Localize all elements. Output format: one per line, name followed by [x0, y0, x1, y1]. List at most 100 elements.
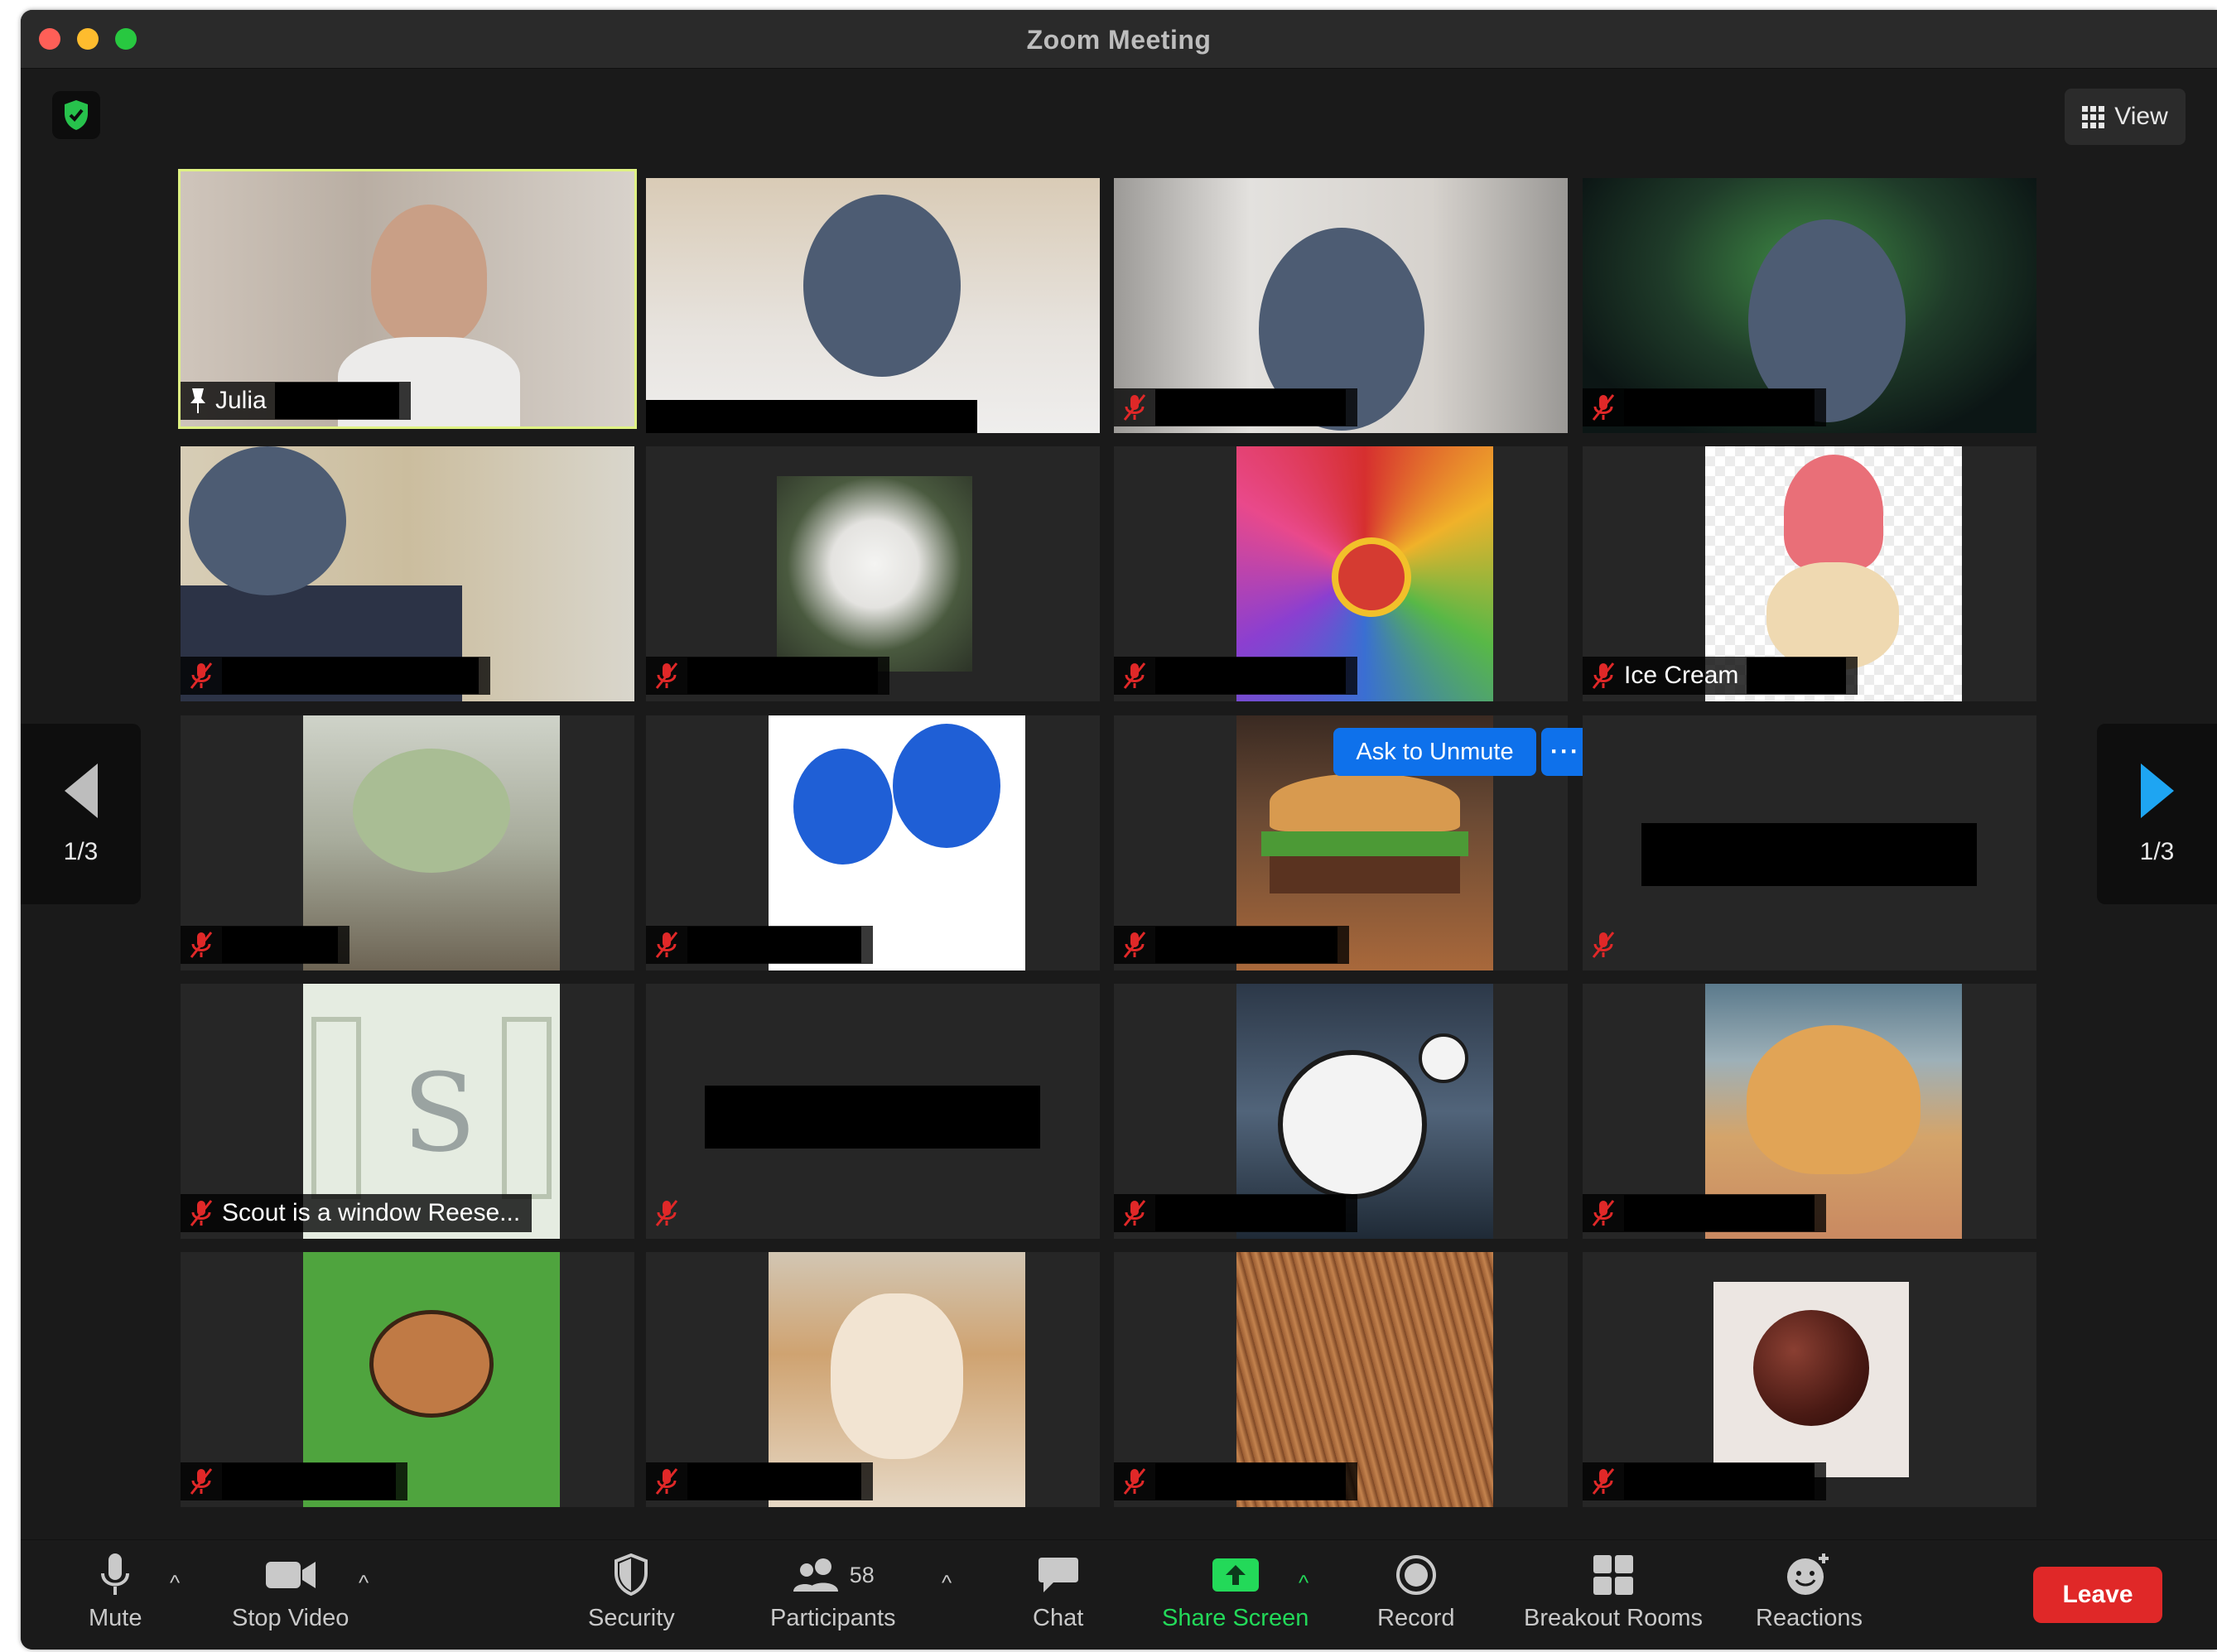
video-tile-julia[interactable]: Julia [178, 169, 637, 429]
video-tile-participant-9[interactable] [181, 715, 634, 970]
window-title: Zoom Meeting [1026, 25, 1212, 55]
chat-button[interactable]: Chat [1033, 1545, 1083, 1632]
video-tile-ice-cream[interactable]: Ice Cream [1583, 446, 2036, 701]
participants-icon [793, 1558, 838, 1592]
pug-face [1766, 562, 1899, 670]
video-tile-participant-16[interactable] [1583, 984, 2036, 1239]
video-tile-participant-20[interactable] [1583, 1252, 2036, 1507]
mute-button[interactable]: Mute [89, 1545, 142, 1632]
video-tile-participant-2[interactable] [646, 178, 1100, 433]
redacted-name [222, 657, 479, 694]
mic-muted-icon [1123, 662, 1146, 689]
chocolate-dome [1753, 1310, 1869, 1426]
profile-picture-bunny [777, 476, 972, 672]
participant-name-bar [1114, 1194, 1357, 1232]
participants-options-caret-icon[interactable]: ^ [942, 1570, 952, 1596]
video-tile-participant-17[interactable] [181, 1252, 634, 1507]
share-options-caret-icon[interactable]: ^ [1299, 1570, 1309, 1596]
participant-name-bar [1114, 657, 1357, 695]
breakout-rooms-button[interactable]: Breakout Rooms [1524, 1545, 1703, 1632]
redacted-name [1155, 1195, 1346, 1231]
breakout-rooms-icon [1593, 1555, 1633, 1595]
redacted-name [1624, 1463, 1815, 1500]
mute-label: Mute [89, 1605, 142, 1631]
participant-name: Julia [215, 387, 267, 414]
mic-muted-icon [1592, 662, 1615, 689]
share-screen-button[interactable]: Share Screen [1162, 1545, 1309, 1632]
video-camera-icon [265, 1562, 316, 1588]
encryption-shield-icon[interactable] [52, 91, 100, 139]
burger-bun [1270, 773, 1460, 831]
participant-person [371, 205, 487, 345]
participant-name-bar [1114, 1462, 1357, 1500]
microphone-icon [101, 1553, 130, 1595]
security-button[interactable]: Security [588, 1545, 675, 1632]
mic-muted-icon [1123, 1200, 1146, 1226]
mic-muted-icon [655, 932, 678, 958]
record-icon [1395, 1555, 1436, 1595]
view-button-label: View [2114, 103, 2168, 130]
sonic-left [793, 749, 893, 865]
record-button[interactable]: Record [1377, 1545, 1455, 1632]
participant-name-bar [1583, 388, 1826, 426]
chat-label: Chat [1033, 1605, 1084, 1631]
previous-page-button[interactable]: 1/3 [21, 724, 141, 904]
redacted-name [1155, 657, 1346, 694]
participant-name-bar [181, 926, 349, 964]
leave-button[interactable]: Leave [2033, 1567, 2162, 1623]
redacted-name [705, 1086, 1040, 1149]
reactions-smiley-icon [1787, 1553, 1829, 1595]
video-tile-participant-5[interactable] [181, 446, 634, 701]
share-screen-label: Share Screen [1162, 1605, 1309, 1631]
redacted-name [1641, 823, 1977, 886]
breakout-rooms-label: Breakout Rooms [1524, 1605, 1703, 1631]
stop-video-button[interactable]: Stop Video [232, 1545, 349, 1632]
window-pane-right [502, 1017, 552, 1199]
video-tile-participant-6[interactable] [646, 446, 1100, 701]
dog-face [831, 1293, 963, 1459]
blurred-face [803, 195, 961, 377]
burger-lettuce [1261, 831, 1468, 856]
page-indicator-left: 1/3 [63, 838, 99, 865]
participant-name: Scout is a window Reese... [222, 1199, 521, 1226]
video-tile-participant-7[interactable] [1114, 446, 1568, 701]
reactions-button[interactable]: Reactions [1756, 1545, 1863, 1632]
redacted-name [222, 1463, 396, 1500]
mic-muted-icon [655, 662, 678, 689]
mic-muted-icon [190, 1200, 213, 1226]
blurred-face [189, 446, 346, 595]
soccer-ball-small [1419, 1033, 1468, 1083]
video-options-caret-icon[interactable]: ^ [359, 1570, 369, 1596]
video-tile-participant-18[interactable] [646, 1252, 1100, 1507]
video-tile-participant-19[interactable] [1114, 1252, 1568, 1507]
arrow-left-icon [64, 763, 98, 818]
pin-icon [190, 388, 205, 413]
redacted-name [1747, 657, 1847, 694]
video-tile-participant-10[interactable] [646, 715, 1100, 970]
participant-name-bar [1583, 1462, 1826, 1500]
share-screen-icon [1212, 1558, 1259, 1592]
participants-label: Participants [770, 1605, 896, 1631]
mic-muted-icon [1123, 1468, 1146, 1495]
video-tile-participant-14[interactable] [646, 984, 1100, 1239]
redacted-name [274, 383, 399, 419]
mic-muted-icon [190, 1468, 213, 1495]
video-tile-participant-4[interactable] [1583, 178, 2036, 433]
participant-name-bar [1583, 1194, 1826, 1232]
ask-to-unmute-button[interactable]: Ask to Unmute [1333, 728, 1536, 776]
participant-name: Ice Cream [1624, 662, 1739, 689]
burger-patty [1270, 856, 1460, 893]
video-tile-participant-3[interactable] [1114, 178, 1568, 433]
video-tile-scout[interactable]: S Scout is a window Reese... [181, 984, 634, 1239]
audio-options-caret-icon[interactable]: ^ [170, 1570, 180, 1596]
redacted-name [222, 927, 338, 963]
participants-button[interactable]: 58 Participants [770, 1545, 896, 1632]
mic-muted-icon [1123, 932, 1146, 958]
participant-name-bar [646, 926, 873, 964]
video-tile-participant-15[interactable] [1114, 984, 1568, 1239]
ice-cream-hat [1784, 455, 1883, 571]
video-tile-participant-12[interactable] [1583, 715, 2036, 970]
yoda-head [353, 749, 510, 873]
view-button[interactable]: View [2065, 89, 2186, 145]
next-page-button[interactable]: 1/3 [2097, 724, 2217, 904]
